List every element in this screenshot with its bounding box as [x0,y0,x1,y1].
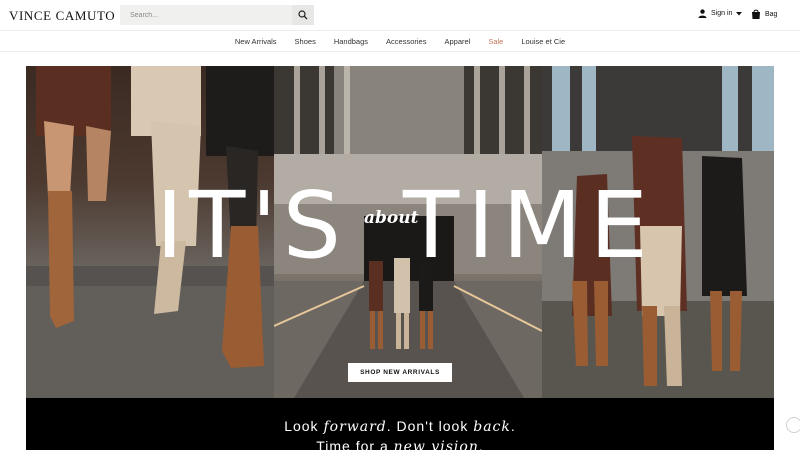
nav-item-louise-et-cie[interactable]: Louise et Cie [521,37,565,46]
nav-item-sale[interactable]: Sale [488,37,503,46]
user-icon [698,9,707,18]
nav-item-accessories[interactable]: Accessories [386,37,426,46]
brand-logo[interactable]: VINCE CAMUTO [9,8,115,24]
hero-headline: IT'S about TIME [26,166,774,286]
sign-in-link[interactable]: Sign in [698,9,743,18]
bag-link[interactable]: Bag [751,9,777,19]
nav-item-shoes[interactable]: Shoes [295,37,316,46]
nav-item-new-arrivals[interactable]: New Arrivals [235,37,277,46]
scroll-indicator[interactable] [786,417,800,433]
tagline-text: . [510,418,516,434]
sign-in-label: Sign in [711,10,733,17]
tagline-text: . Don't look [386,418,474,434]
tagline-text: Time for a [316,438,394,450]
chevron-down-icon [736,11,743,15]
search-icon [298,10,308,20]
tagline-emphasis: back [473,419,511,435]
search-bar [120,5,314,25]
bag-icon [752,9,760,19]
nav-item-handbags[interactable]: Handbags [334,37,368,46]
nav-item-apparel[interactable]: Apparel [444,37,470,46]
shop-new-arrivals-button[interactable]: SHOP NEW ARRIVALS [348,363,452,382]
tagline-text: Look [284,418,324,434]
tagline-emphasis: forward [323,419,387,435]
search-button[interactable] [292,5,314,25]
search-input[interactable] [120,5,292,25]
tagline-emphasis: new vision [393,439,479,450]
tagline-line-1: Look forward. Don't look back. [26,418,774,435]
headline-time: TIME [403,172,656,279]
hero-banner[interactable]: IT'S about TIME SHOP NEW ARRIVALS [26,66,774,398]
main-nav: New Arrivals Shoes Handbags Accessories … [0,30,800,52]
headline-its: IT'S [156,172,348,279]
tagline-banner: Look forward. Don't look back. Time for … [26,398,774,450]
bag-label: Bag [765,10,778,18]
site-header: VINCE CAMUTO Sign in Bag [0,0,800,30]
tagline-text: . [478,438,484,450]
tagline-line-2: Time for a new vision. [26,438,774,450]
